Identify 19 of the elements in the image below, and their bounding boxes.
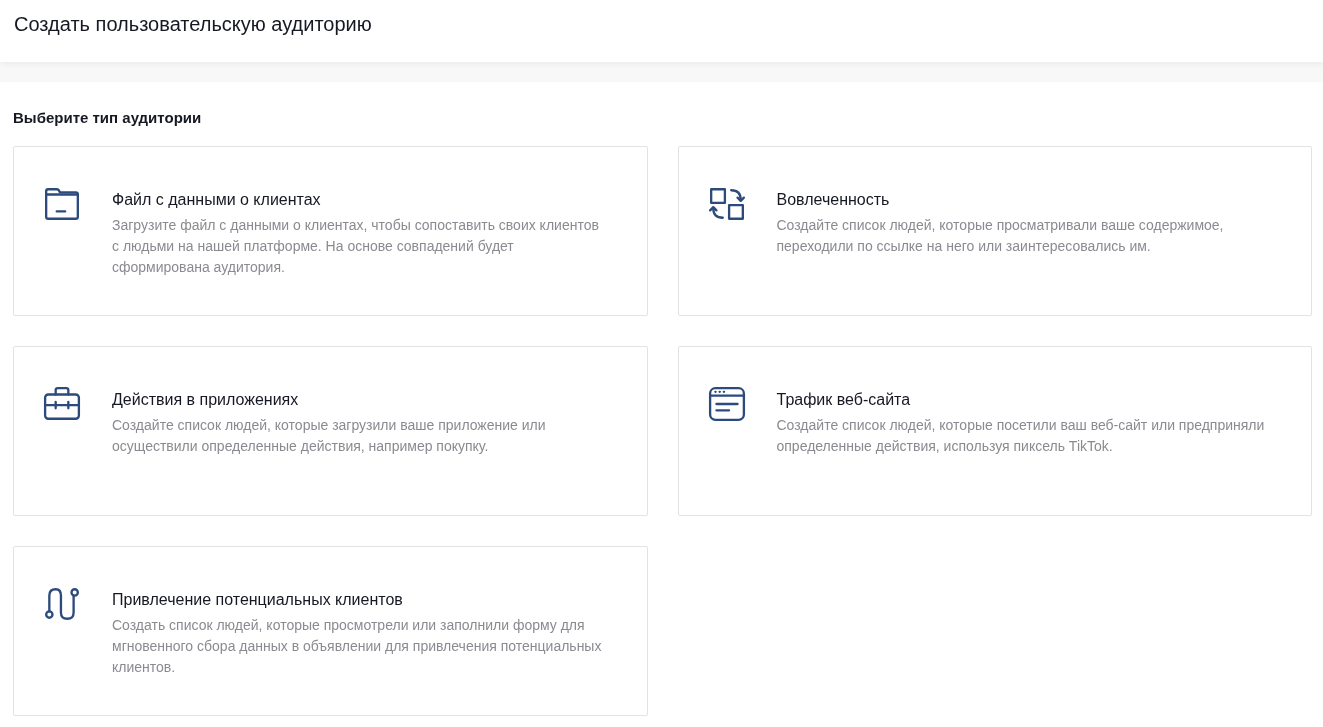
card-title: Вовлеченность	[776, 189, 891, 210]
audience-type-card[interactable]: Файл с данными о клиентах Загрузите файл с данными о клиентах, чтобы сопоставить своих клиентов с людьми на нашей платформе. На основе совпадений будет сформирована аудитория.	[13, 145, 648, 316]
briefcase-icon	[43, 384, 81, 423]
audience-type-card[interactable]: Вовлеченность Создайте список людей, которые просматривали ваше содержимое, переходили по ссылке на него или заинтересовались им.	[677, 145, 1312, 316]
card-title: Трафик веб-сайта	[776, 389, 912, 410]
audience-type-card[interactable]: Действия в приложениях Создайте список людей, которые загрузили ваше приложение или осуществили определенные действия, например покупку.	[13, 345, 648, 516]
card-description: Создайте список людей, которые загрузили ваше приложение или осуществили определенные действия, например покупку.	[112, 415, 547, 456]
card-description: Создайте список людей, которые посетили ваш веб-сайт или предприняли определенные действия, используя пиксель TikTok.	[776, 415, 1266, 456]
section-title: Выберите тип аудитории	[13, 108, 203, 128]
card-title: Действия в приложениях	[112, 389, 300, 410]
page-title: Создать пользовательскую аудиторию	[14, 12, 372, 37]
audience-type-card[interactable]: Привлечение потенциальных клиентов Создать список людей, которые просмотрели или заполнили форму для мгновенного сбора данных в объявлении для привлечения потенциальных клиентов.	[13, 545, 648, 716]
card-title: Привлечение потенциальных клиентов	[112, 589, 404, 610]
browser-icon	[707, 384, 746, 423]
card-title: Файл с данными о клиентах	[112, 189, 322, 210]
card-description: Загрузите файл с данными о клиентах, чтобы сопоставить своих клиентов с людьми на нашей платформе. На основе совпадений будет сформирована аудитория.	[112, 215, 600, 277]
audience-type-card[interactable]: Трафик веб-сайта Создайте список людей, которые посетили ваш веб-сайт или предприняли определенные действия, используя пиксель TikTok.	[677, 345, 1312, 516]
card-description: Создать список людей, которые просмотрели или заполнили форму для мгновенного сбора данных в объявлении для привлечения потенциальных клиентов.	[112, 615, 603, 677]
card-description: Создайте список людей, которые просматривали ваше содержимое, переходили по ссылке на него или заинтересовались им.	[776, 215, 1225, 256]
